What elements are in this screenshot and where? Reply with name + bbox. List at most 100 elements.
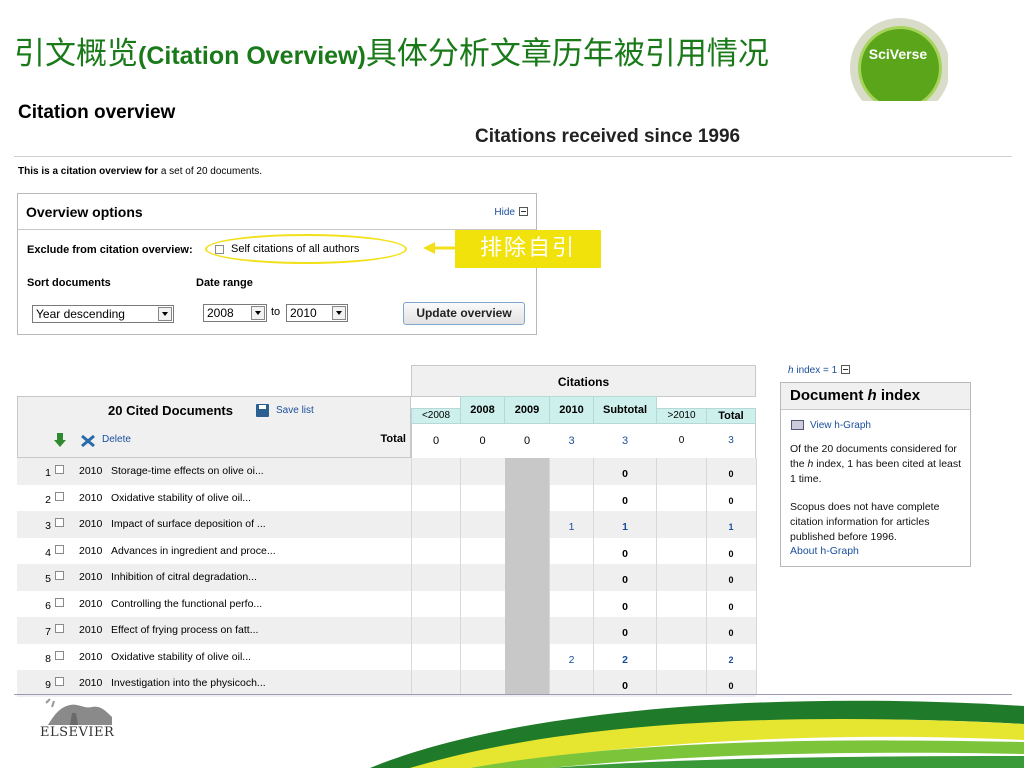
row-year: 2010 xyxy=(79,597,103,610)
row-subtotal[interactable]: 1 xyxy=(593,521,657,533)
row-year: 2010 xyxy=(79,465,103,477)
arrow-down-icon[interactable] xyxy=(54,433,66,447)
exclude-label: Exclude from citation overview: xyxy=(27,244,193,256)
excluded-column-2009 xyxy=(505,458,549,695)
row-subtotal: 0 xyxy=(622,468,628,480)
row-title-link[interactable]: Oxidative stability of olive oil... xyxy=(111,651,251,663)
grid-line xyxy=(656,458,657,695)
badge-text: SciVerse xyxy=(868,46,928,62)
grid-line xyxy=(460,458,461,695)
elsevier-tree-logo xyxy=(45,698,112,725)
row-total: 0 xyxy=(728,495,734,506)
slide-title-en: (Citation Overview) xyxy=(138,42,366,70)
collapse-icon xyxy=(841,365,851,374)
row-title-link[interactable]: Controlling the functional perfo... xyxy=(111,598,262,610)
citations-header: Citations xyxy=(411,365,756,397)
row-total: 0 xyxy=(728,548,734,559)
sort-select[interactable]: Year descending xyxy=(32,305,174,323)
row-subtotal: 0 xyxy=(622,627,628,639)
h-title-italic: h xyxy=(867,387,877,404)
grid-line xyxy=(593,458,594,695)
row-checkbox[interactable] xyxy=(55,571,64,580)
hide-toggle[interactable]: Hide xyxy=(494,206,528,218)
row-subtotal: 0 xyxy=(622,547,628,560)
row-title-link[interactable]: Inhibition of citral degradation... xyxy=(111,571,257,583)
col-header-total[interactable]: Total xyxy=(706,408,756,424)
row-title-link[interactable]: Advances in ingredient and proce... xyxy=(111,545,276,557)
row-checkbox[interactable] xyxy=(55,624,64,633)
row-number: 6 xyxy=(45,599,51,612)
row-number: 5 xyxy=(45,573,51,585)
total-subtotal[interactable]: 3 xyxy=(593,435,657,447)
page-title: Citation overview xyxy=(18,102,176,123)
total-2009: 0 xyxy=(523,435,531,447)
delete-link[interactable]: Delete xyxy=(102,434,131,445)
row-2010[interactable]: 1 xyxy=(549,521,594,533)
table-row: 3 2010 Impact of surface deposition of ...… xyxy=(17,511,756,538)
badge-disc xyxy=(858,26,942,110)
total-2008: 0 xyxy=(479,435,486,447)
row-title-link[interactable]: Oxidative stability of olive oil... xyxy=(111,492,251,504)
total-gt2010: 0 xyxy=(678,435,685,446)
row-total[interactable]: 2 xyxy=(706,655,756,665)
col-header-2008[interactable]: 2008 xyxy=(460,396,505,424)
h-index-summary: Of the 20 documents considered for the h… xyxy=(790,442,968,487)
slide-title-zh1: 引文概览 xyxy=(14,36,138,72)
date-to-select[interactable]: 2010 xyxy=(286,304,348,322)
row-2010[interactable]: 2 xyxy=(549,654,594,666)
row-checkbox[interactable] xyxy=(55,491,64,501)
col-header-subtotal[interactable]: Subtotal xyxy=(593,396,657,424)
grid-line xyxy=(549,458,550,695)
row-title-link[interactable]: Investigation into the physicoch... xyxy=(111,677,266,689)
row-title-link[interactable]: Effect of frying process on fatt... xyxy=(111,624,258,636)
view-h-graph-link[interactable]: View h-Graph xyxy=(810,420,871,431)
chevron-down-icon xyxy=(332,306,346,320)
row-checkbox[interactable] xyxy=(55,544,64,554)
intro-rest: a set of 20 documents. xyxy=(158,166,262,177)
update-overview-button[interactable]: Update overview xyxy=(403,302,525,325)
col-header-2010[interactable]: 2010 xyxy=(549,396,594,424)
divider xyxy=(14,156,1012,157)
row-year: 2010 xyxy=(79,677,103,689)
col-header-lt2008[interactable]: <2008 xyxy=(411,408,461,424)
highlight-oval xyxy=(205,234,407,264)
table-row: 7 2010 Effect of frying process on fatt...… xyxy=(17,617,756,644)
table-row: 6 2010 Controlling the functional perfo...… xyxy=(17,591,756,618)
delete-icon[interactable] xyxy=(81,435,95,447)
row-subtotal[interactable]: 2 xyxy=(593,654,657,666)
grid-line xyxy=(756,458,757,695)
about-h-graph-link[interactable]: About h-Graph xyxy=(790,545,859,557)
save-list-link[interactable]: Save list xyxy=(276,405,314,416)
row-checkbox[interactable] xyxy=(55,677,64,686)
sort-label: Sort documents xyxy=(27,277,111,289)
graph-icon xyxy=(791,420,804,430)
row-title-link[interactable]: Storage-time effects on olive oi... xyxy=(111,465,264,477)
h-index-title: Document h index xyxy=(790,387,920,404)
row-checkbox[interactable] xyxy=(55,518,64,527)
row-year: 2010 xyxy=(79,544,103,557)
overview-options-header: Overview options Hide xyxy=(18,194,536,230)
hide-label: Hide xyxy=(494,207,515,218)
total-2010[interactable]: 3 xyxy=(549,435,594,447)
h-index-link[interactable]: h index = 1 xyxy=(788,364,851,376)
table-row: 2 2010 Oxidative stability of olive oil...… xyxy=(17,485,756,512)
row-checkbox[interactable] xyxy=(55,465,64,474)
chevron-down-icon xyxy=(251,306,265,320)
row-checkbox[interactable] xyxy=(55,597,64,607)
col-header-2009[interactable]: 2009 xyxy=(504,396,550,424)
total-label: Total xyxy=(380,433,406,445)
table-row: 1 2010 Storage-time effects on olive oi...… xyxy=(17,458,756,485)
row-subtotal: 0 xyxy=(622,600,628,613)
row-number: 9 xyxy=(45,679,51,691)
col-header-gt2010[interactable]: >2010 xyxy=(656,408,707,424)
date-from-select[interactable]: 2008 xyxy=(203,304,267,322)
decorative-swoosh xyxy=(370,700,1024,768)
row-checkbox[interactable] xyxy=(55,650,64,660)
save-icon[interactable] xyxy=(256,404,269,417)
total-total[interactable]: 3 xyxy=(706,435,756,446)
row-year: 2010 xyxy=(79,518,103,530)
row-total[interactable]: 1 xyxy=(706,522,756,532)
row-total: 0 xyxy=(728,601,734,612)
row-title-link[interactable]: Impact of surface deposition of ... xyxy=(111,518,266,530)
h-title-suffix: index xyxy=(876,387,921,404)
